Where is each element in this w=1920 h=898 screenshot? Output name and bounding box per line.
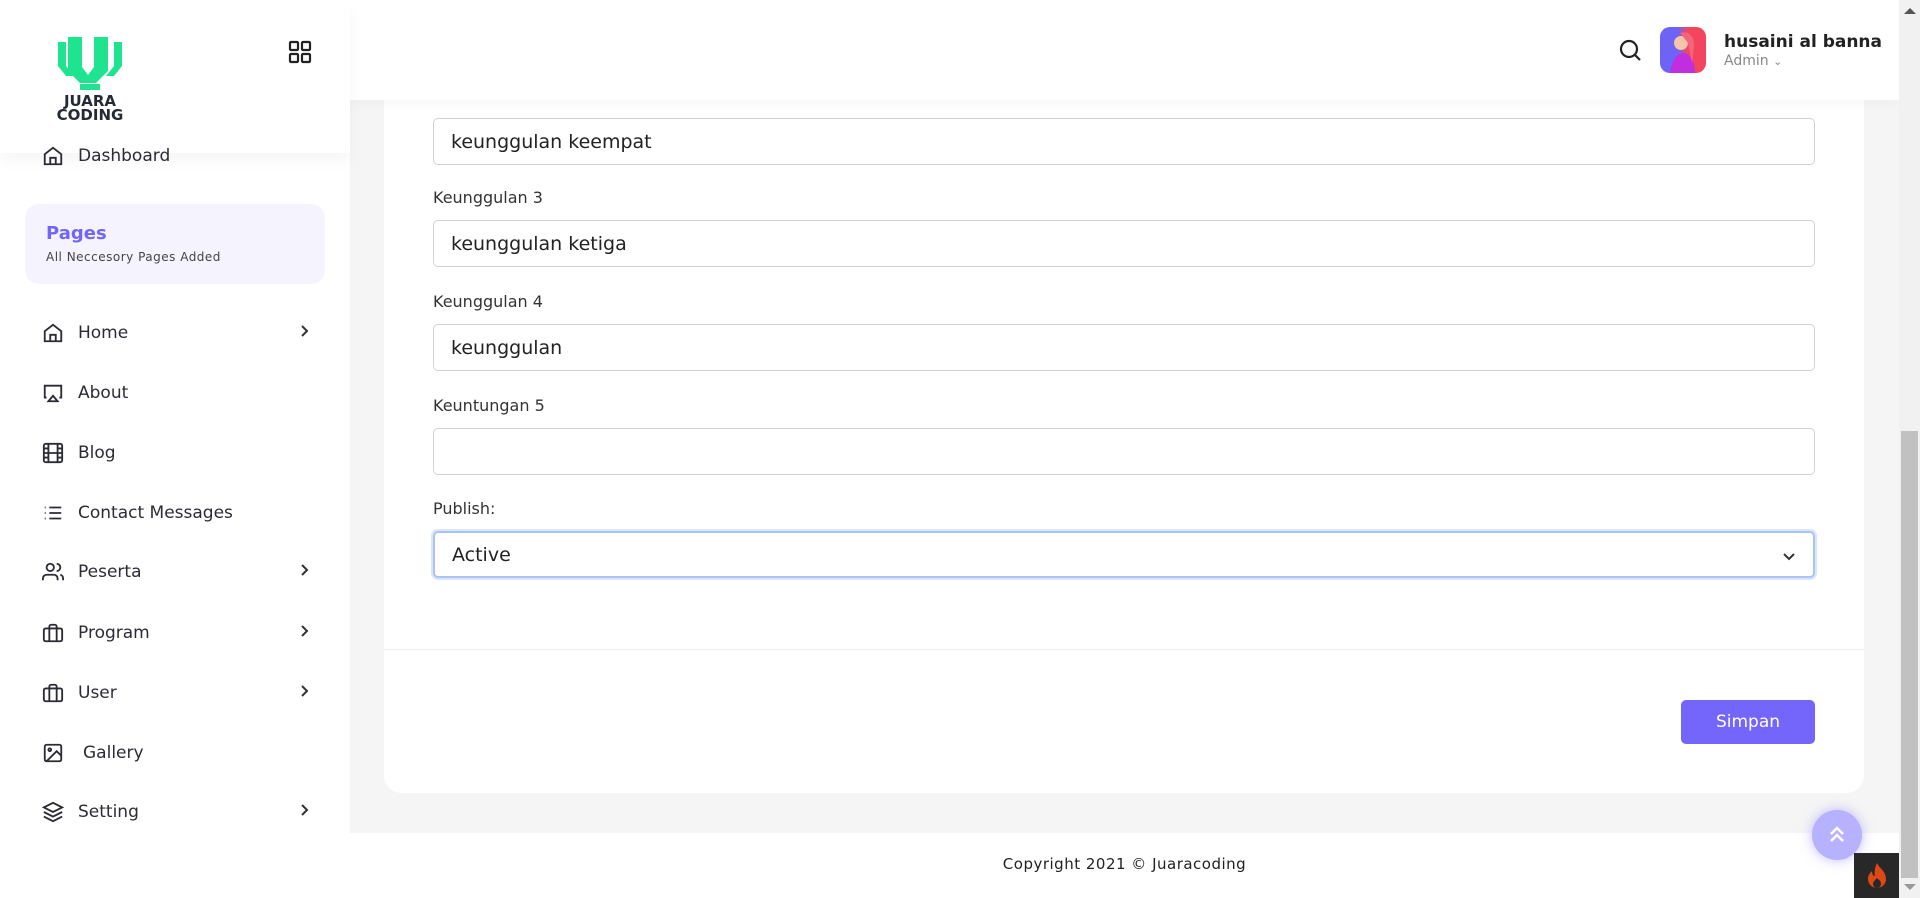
svg-text:CODING: CODING xyxy=(57,106,124,122)
sidebar-item-label: Dashboard xyxy=(78,146,171,166)
keunggulan-2-input[interactable]: keunggulan keempat xyxy=(433,118,1815,165)
field-label: Keunggulan 4 xyxy=(433,292,543,311)
chevron-right-icon xyxy=(301,685,309,697)
airplay-icon xyxy=(43,384,63,403)
keunggulan-3-input[interactable]: keunggulan ketiga xyxy=(433,220,1815,267)
juara-coding-logo[interactable]: JUARA CODING xyxy=(40,32,140,126)
chevron-right-icon xyxy=(301,325,309,337)
sidebar-item-gallery[interactable]: Gallery xyxy=(42,738,312,768)
footer: Copyright 2021 © Juaracoding xyxy=(350,833,1899,898)
chevron-right-icon xyxy=(301,804,309,816)
sidebar-item-label: Gallery xyxy=(83,743,144,763)
list-icon xyxy=(44,506,62,520)
section-title: Pages xyxy=(46,223,107,244)
chevron-right-icon xyxy=(301,564,309,576)
search-icon[interactable] xyxy=(1618,38,1642,66)
scrollbar[interactable] xyxy=(1899,0,1920,898)
avatar[interactable] xyxy=(1660,27,1706,73)
sidebar-item-label: User xyxy=(78,683,117,703)
sidebar-item-blog[interactable]: Blog xyxy=(42,438,312,468)
chevrons-up-icon xyxy=(1830,826,1844,842)
publish-selected-value: Active xyxy=(452,543,511,566)
home-icon xyxy=(43,146,63,166)
top-header: husaini al banna Admin ⌄ xyxy=(350,0,1899,100)
codeigniter-flame-icon[interactable] xyxy=(1854,853,1899,898)
keuntungan-5-input[interactable] xyxy=(433,428,1815,475)
sidebar-item-label: Blog xyxy=(78,443,116,463)
scroll-up-arrow-icon[interactable] xyxy=(1904,8,1916,14)
simpan-button[interactable]: Simpan xyxy=(1681,700,1815,744)
publish-select[interactable]: Active xyxy=(433,531,1815,578)
layers-icon xyxy=(42,801,64,823)
image-icon xyxy=(43,743,63,763)
chevron-down-icon xyxy=(1783,553,1795,561)
sidebar-item-peserta[interactable]: Peserta xyxy=(42,557,312,587)
film-icon xyxy=(42,442,64,464)
form-card xyxy=(384,60,1864,793)
sidebar-item-program[interactable]: Program xyxy=(42,618,312,648)
user-role-dropdown[interactable]: Admin ⌄ xyxy=(1724,53,1782,69)
home-icon xyxy=(43,323,63,343)
sidebar-item-home[interactable]: Home xyxy=(42,318,312,348)
sidebar-item-about[interactable]: About xyxy=(42,378,312,408)
briefcase-icon xyxy=(42,683,64,703)
sidebar-item-label: Home xyxy=(78,323,129,343)
briefcase-icon xyxy=(42,623,64,643)
sidebar-item-setting[interactable]: Setting xyxy=(42,797,312,827)
scrollbar-thumb[interactable] xyxy=(1901,431,1918,878)
user-name[interactable]: husaini al banna xyxy=(1724,32,1882,52)
sidebar-item-contact-messages[interactable]: Contact Messages xyxy=(42,498,312,528)
sidebar-item-label: Peserta xyxy=(78,562,142,582)
publish-label: Publish: xyxy=(433,499,496,518)
users-icon xyxy=(42,562,64,581)
sidebar-item-user[interactable]: User xyxy=(42,678,312,708)
sidebar-item-label: Program xyxy=(78,623,150,643)
pages-section-header: Pages All Neccesory Pages Added xyxy=(25,204,325,284)
sidebar-item-label: Setting xyxy=(78,802,139,822)
keunggulan-4-input[interactable]: keunggulan xyxy=(433,324,1815,371)
field-label: Keuntungan 5 xyxy=(433,396,545,415)
chevron-down-icon: ⌄ xyxy=(1773,55,1783,68)
scroll-down-arrow-icon[interactable] xyxy=(1904,884,1916,890)
sidebar-item-label: About xyxy=(78,383,129,403)
chevron-right-icon xyxy=(301,625,309,637)
sidebar-item-label: Contact Messages xyxy=(78,503,233,523)
divider xyxy=(384,649,1864,650)
user-role: Admin xyxy=(1724,53,1769,69)
copyright: Copyright 2021 © Juaracoding xyxy=(1002,855,1247,873)
sidebar-item-dashboard[interactable]: Dashboard xyxy=(42,141,312,171)
logo-area: JUARA CODING Dashboard xyxy=(0,0,350,166)
section-subtitle: All Neccesory Pages Added xyxy=(46,250,221,264)
field-label: Keunggulan 3 xyxy=(433,188,543,207)
grid-menu-icon[interactable] xyxy=(288,40,312,68)
sidebar: JUARA CODING Dashboard Pages All Necceso… xyxy=(0,0,350,898)
